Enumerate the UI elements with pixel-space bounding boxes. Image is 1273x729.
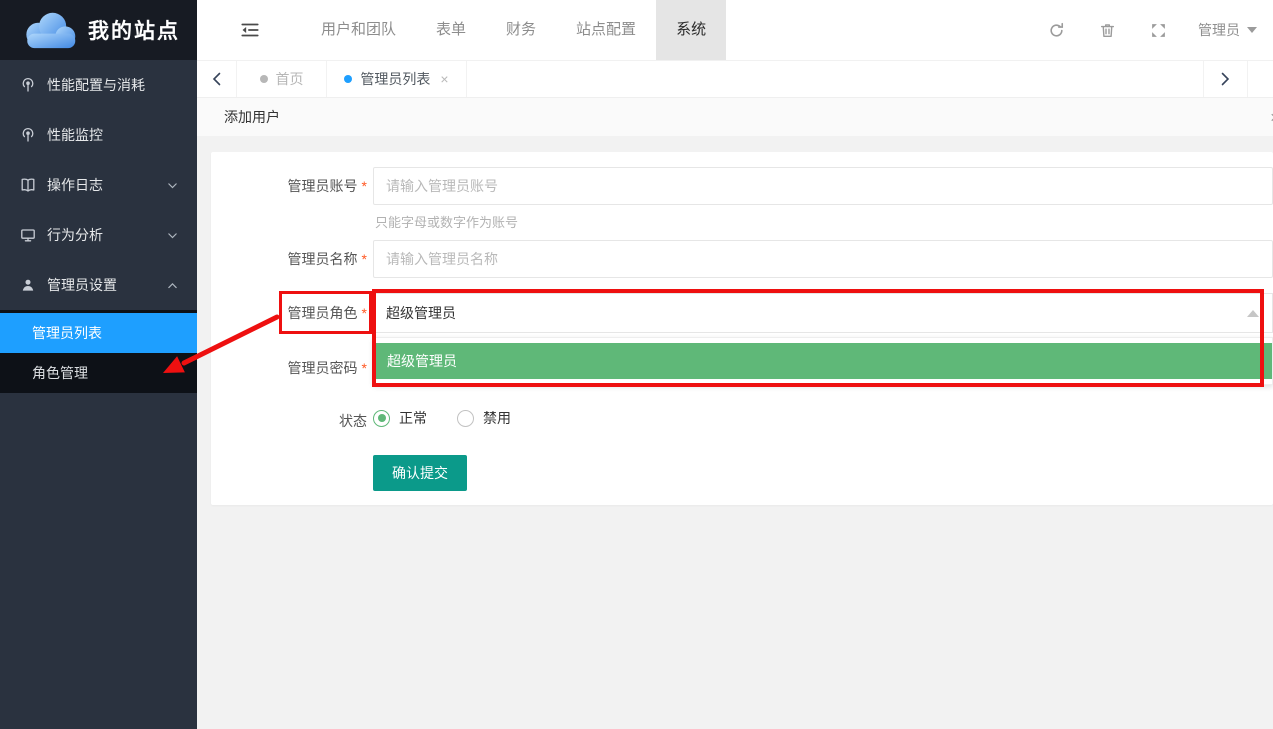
radio-normal-label: 正常 (399, 408, 427, 428)
signal-icon (20, 127, 36, 143)
signal-icon (20, 77, 36, 93)
sidebar-item-admin-list[interactable]: 管理员列表 (0, 313, 197, 353)
nav-item-system[interactable]: 系统 (656, 0, 726, 60)
brand-logo: 我的站点 (0, 0, 197, 60)
refresh-icon[interactable] (1048, 22, 1065, 39)
chevron-down-icon (166, 229, 179, 242)
tabs-scroll-right-button[interactable] (1203, 61, 1247, 97)
role-select[interactable]: 超级管理员 (373, 293, 1273, 333)
submit-button[interactable]: 确认提交 (373, 455, 467, 491)
required-mark: * (362, 358, 367, 378)
tabbar-end (1247, 61, 1273, 97)
account-input[interactable] (373, 167, 1273, 205)
book-icon (20, 177, 36, 193)
role-label: 管理员角色 * (211, 303, 367, 323)
nav-item-users-teams[interactable]: 用户和团队 (301, 0, 416, 60)
radio-disabled[interactable] (457, 410, 474, 427)
sidebar-item-label: 操作日志 (47, 175, 103, 195)
tab-home[interactable]: 首页 (237, 61, 327, 97)
user-name: 管理员 (1198, 20, 1240, 40)
status-radio-group: 正常 禁用 (373, 408, 511, 428)
header-actions: 管理员 (1031, 20, 1273, 40)
cloud-icon (20, 10, 78, 50)
nav-item-finance[interactable]: 财务 (486, 0, 556, 60)
sidebar-item-label: 性能配置与消耗 (47, 75, 145, 95)
required-mark: * (362, 249, 367, 269)
tab-admin-list[interactable]: 管理员列表 × (327, 61, 467, 97)
name-input[interactable] (373, 240, 1273, 278)
fullscreen-icon[interactable] (1150, 22, 1167, 39)
role-select-value: 超级管理员 (386, 303, 456, 323)
sidebar-item-admin-settings[interactable]: 管理员设置 (0, 260, 197, 310)
panel-header: 添加用户 × (197, 98, 1273, 136)
add-user-form-card: 管理员账号 * 只能字母或数字作为账号 管理员名称 * 管理员角色 * 超级管理… (211, 152, 1273, 505)
site-title: 我的站点 (88, 15, 180, 45)
role-option-super-admin[interactable]: 超级管理员 (374, 343, 1272, 379)
sidebar-item-operation-log[interactable]: 操作日志 (0, 160, 197, 210)
panel-title: 添加用户 (224, 107, 280, 127)
role-dropdown: 超级管理员 (373, 337, 1273, 385)
chevron-down-icon (166, 179, 179, 192)
name-label: 管理员名称 * (211, 249, 367, 269)
monitor-icon (20, 227, 36, 243)
sidebar-item-role-management[interactable]: 角色管理 (0, 353, 197, 393)
account-helper-text: 只能字母或数字作为账号 (375, 212, 518, 231)
tab-status-dot (260, 75, 268, 83)
sidebar-item-label: 管理员设置 (47, 275, 117, 295)
user-icon (20, 277, 36, 293)
account-label: 管理员账号 * (211, 176, 367, 196)
tabbar-spacer (467, 61, 1203, 97)
top-header: 用户和团队 表单 财务 站点配置 系统 管理员 (197, 0, 1273, 60)
tabs-scroll-left-button[interactable] (197, 61, 237, 97)
nav-item-site-config[interactable]: 站点配置 (556, 0, 656, 60)
trash-icon[interactable] (1099, 22, 1116, 39)
chevron-up-icon (166, 279, 179, 292)
menu-fold-icon[interactable] (239, 20, 261, 40)
sidebar-item-label: 行为分析 (47, 225, 103, 245)
tab-bar: 首页 管理员列表 × (197, 60, 1273, 98)
tab-label: 管理员列表 (360, 69, 430, 89)
user-menu[interactable]: 管理员 (1198, 20, 1257, 40)
sidebar-item-behavior-analysis[interactable]: 行为分析 (0, 210, 197, 260)
close-icon[interactable]: × (440, 71, 448, 87)
radio-disabled-label: 禁用 (483, 408, 511, 428)
top-navigation: 用户和团队 表单 财务 站点配置 系统 (301, 0, 726, 60)
chevron-left-icon (212, 72, 221, 86)
sidebar-item-label: 性能监控 (47, 125, 103, 145)
required-mark: * (362, 303, 367, 323)
required-mark: * (362, 176, 367, 196)
nav-item-forms[interactable]: 表单 (416, 0, 486, 60)
tab-label: 首页 (276, 69, 304, 89)
sidebar: 我的站点 性能配置与消耗 性能监控 操作日志 行为分析 (0, 0, 197, 729)
chevron-down-icon (1247, 27, 1257, 33)
tab-status-dot (344, 75, 352, 83)
caret-up-icon (1247, 310, 1259, 317)
chevron-right-icon (1221, 72, 1230, 86)
sidebar-item-performance-config[interactable]: 性能配置与消耗 (0, 60, 197, 110)
sidebar-item-performance-monitor[interactable]: 性能监控 (0, 110, 197, 160)
radio-normal[interactable] (373, 410, 390, 427)
admin-settings-submenu: 管理员列表 角色管理 (0, 310, 197, 393)
status-label: 状态 (211, 411, 367, 431)
password-label: 管理员密码 * (211, 358, 367, 378)
main-content: 管理员账号 * 只能字母或数字作为账号 管理员名称 * 管理员角色 * 超级管理… (197, 136, 1273, 729)
